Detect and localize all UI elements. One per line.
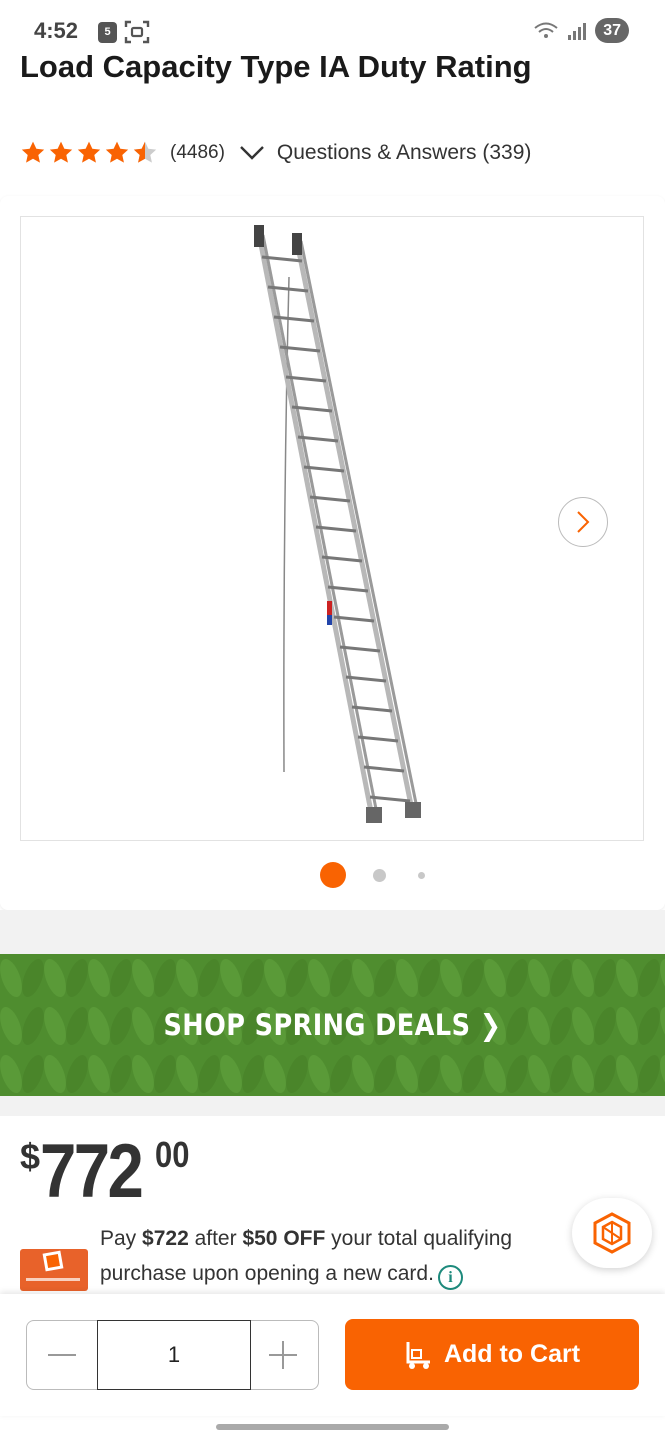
screenshot-icon — [124, 20, 150, 44]
calendar-notification-icon: 5 — [98, 22, 117, 43]
chevron-right-icon — [577, 511, 590, 533]
price-currency: $ — [20, 1136, 41, 1177]
carousel-dot-active[interactable] — [320, 862, 346, 888]
promo-amount: $722 — [142, 1227, 189, 1250]
decrease-quantity-button[interactable] — [27, 1321, 97, 1389]
price-cents: 00 — [155, 1134, 190, 1175]
cart-icon — [406, 1341, 430, 1369]
promo-discount: $50 OFF — [242, 1227, 326, 1250]
status-time: 4:52 — [34, 18, 79, 43]
half-star-icon — [133, 141, 157, 163]
extension-ladder-image — [254, 225, 421, 823]
price-dollars: 772 — [40, 1129, 144, 1214]
star-icon — [21, 141, 45, 163]
quantity-input[interactable] — [97, 1320, 251, 1390]
wifi-icon — [534, 22, 558, 38]
credit-card-promo-text: Pay $722 after $50 OFF your total qualif… — [100, 1221, 570, 1291]
info-icon[interactable]: i — [437, 1265, 463, 1290]
next-image-button[interactable] — [558, 497, 608, 547]
star-rating[interactable] — [20, 140, 158, 166]
product-image[interactable] — [20, 216, 644, 841]
questions-answers-link[interactable]: Questions & Answers (339) — [277, 141, 531, 165]
battery-indicator: 37 — [595, 18, 629, 43]
increase-quantity-button[interactable] — [248, 1321, 318, 1389]
star-icon — [77, 141, 101, 163]
quantity-stepper — [26, 1320, 319, 1390]
chevron-down-icon[interactable] — [239, 144, 265, 162]
plus-icon — [269, 1341, 297, 1369]
spring-deals-banner[interactable]: SHOP SPRING DEALS ❯ — [0, 954, 665, 1096]
star-icon — [105, 141, 129, 163]
section-divider — [0, 910, 665, 954]
signal-icon — [568, 22, 587, 40]
home-gesture-bar[interactable] — [216, 1424, 449, 1430]
assistant-button[interactable] — [572, 1198, 652, 1268]
add-to-cart-bar: Add to Cart — [0, 1294, 665, 1416]
minus-icon — [48, 1354, 76, 1356]
star-icon — [49, 141, 73, 163]
home-depot-card-art — [26, 1250, 80, 1281]
credit-card-image — [20, 1249, 88, 1291]
review-count[interactable]: (4486) — [170, 142, 225, 164]
image-gallery — [0, 196, 665, 910]
carousel-dot[interactable] — [418, 872, 425, 879]
section-divider — [0, 1096, 665, 1116]
carousel-dots — [0, 862, 665, 888]
add-to-cart-button[interactable]: Add to Cart — [345, 1319, 639, 1390]
carousel-dot[interactable] — [373, 869, 386, 882]
product-title: Load Capacity Type IA Duty Rating — [20, 49, 532, 84]
add-to-cart-label: Add to Cart — [443, 1340, 581, 1368]
rating-row: (4486) Questions & Answers (339) — [20, 136, 531, 170]
status-right: 37 — [533, 18, 629, 43]
banner-label: SHOP SPRING DEALS ❯ — [163, 1008, 502, 1042]
hexagon-logo-icon — [593, 1212, 631, 1254]
